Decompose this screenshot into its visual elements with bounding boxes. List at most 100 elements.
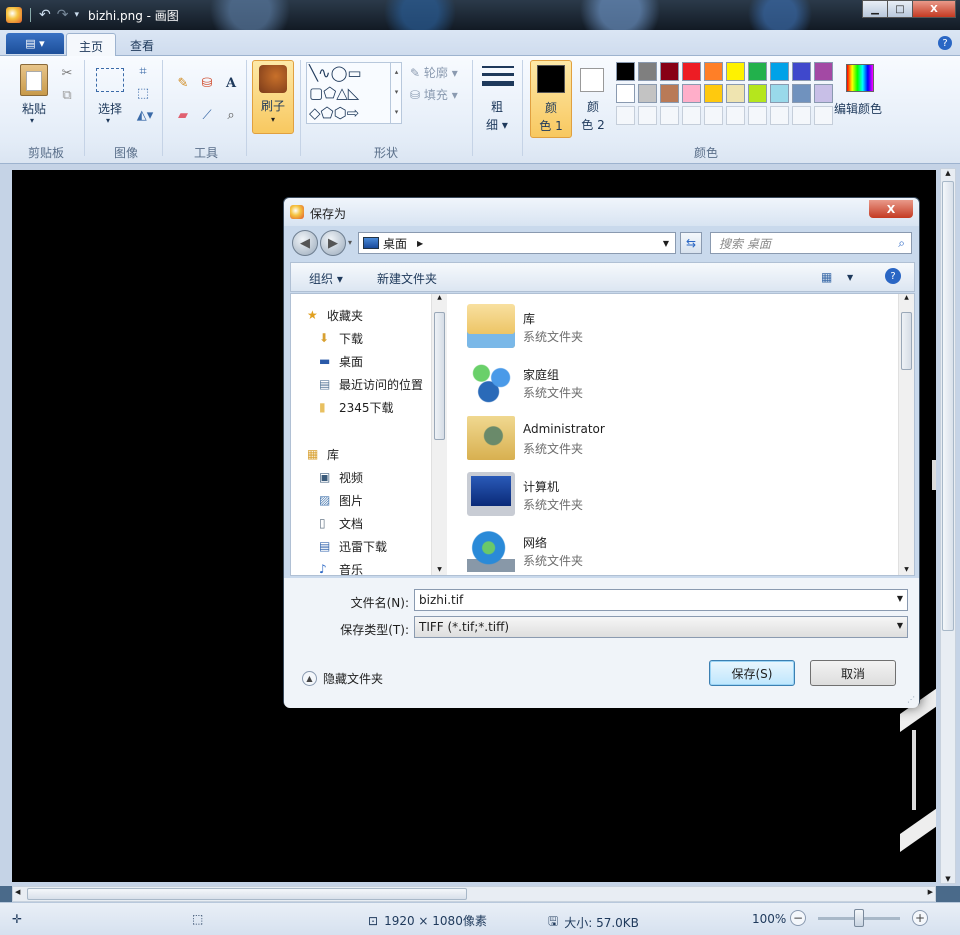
scroll-right-arrow-icon[interactable]: ▶ [928, 888, 933, 896]
nav-item[interactable]: ▯ 文档 [319, 512, 363, 534]
fill-bucket-icon[interactable]: ⛁ [196, 72, 218, 94]
palette-color-swatch[interactable] [704, 62, 723, 81]
address-dropdown-icon[interactable]: ▼ [663, 239, 669, 248]
view-options-icon[interactable]: ▦ [821, 270, 832, 284]
scroll-down-arrow-icon[interactable]: ▼ [899, 566, 914, 573]
diamond-shape-icon[interactable]: ◇ [309, 104, 321, 122]
new-folder-button[interactable]: 新建文件夹 [377, 270, 437, 287]
palette-color-swatch[interactable] [770, 84, 789, 103]
file-list-item[interactable]: 网络 系统文件夹 [449, 522, 889, 578]
breadcrumb-chevron-icon[interactable]: ▶ [417, 239, 423, 248]
select-button[interactable]: 选择 [94, 100, 126, 117]
nav-item[interactable]: ⬇ 下载 [319, 327, 363, 349]
zoom-slider-thumb[interactable] [854, 909, 864, 927]
color-picker-icon[interactable]: ⟋ [196, 104, 218, 126]
curve-shape-icon[interactable]: ∿ [318, 64, 331, 82]
eraser-icon[interactable]: ▰ [172, 104, 194, 126]
address-location[interactable]: 桌面 [383, 235, 407, 252]
palette-color-swatch[interactable] [792, 84, 811, 103]
oval-shape-icon[interactable]: ◯ [331, 64, 348, 82]
pentagon-shape-icon[interactable]: ⬠ [321, 104, 334, 122]
resize-grip-icon[interactable]: ⋰ [907, 695, 915, 704]
shapes-scroll[interactable]: ▴ ▾ ▾ [390, 62, 402, 124]
color1-button[interactable]: 颜 色 1 [530, 60, 572, 138]
size-label-top[interactable]: 粗 [488, 98, 506, 115]
dialog-help-button[interactable]: ? [885, 268, 901, 284]
copy-icon[interactable]: ⧉ [56, 84, 78, 106]
nav-item[interactable]: ▮ 2345下载 [319, 396, 394, 418]
size-icon[interactable] [482, 64, 514, 92]
line-shape-icon[interactable]: ╲ [309, 64, 318, 82]
rotate-icon[interactable]: ◭▾ [134, 104, 156, 126]
scroll-up-arrow-icon[interactable]: ▲ [432, 294, 447, 301]
horizontal-scrollbar[interactable]: ◀ ▶ [12, 886, 936, 902]
view-dropdown-icon[interactable]: ▼ [847, 273, 853, 282]
filetype-dropdown-icon[interactable]: ▼ [897, 621, 903, 630]
palette-color-swatch[interactable] [748, 84, 767, 103]
filetype-value[interactable]: TIFF (*.tif;*.tiff) [419, 620, 509, 634]
search-icon[interactable]: ⌕ [898, 236, 905, 251]
paste-dropdown-icon[interactable]: ▾ [30, 116, 34, 125]
palette-color-swatch[interactable] [638, 62, 657, 81]
paste-icon[interactable] [20, 64, 48, 96]
text-tool-icon[interactable]: A [220, 72, 242, 94]
shapes-gallery[interactable]: ╲∿◯▭ ▢⬠△◺ ◇⬠⬡⇨ [306, 62, 402, 124]
vertical-scroll-thumb[interactable] [942, 181, 954, 631]
save-button[interactable]: 保存(S) [709, 660, 795, 686]
nav-item[interactable]: ▦ 库 [307, 443, 339, 465]
palette-color-swatch[interactable] [638, 84, 657, 103]
nav-pane-scrollbar[interactable]: ▲ ▼ [431, 294, 447, 575]
select-dropdown-icon[interactable]: ▾ [106, 116, 110, 125]
edit-colors-button[interactable]: 编辑颜色 [834, 100, 882, 117]
customize-qa-icon[interactable]: ▾ [74, 10, 79, 20]
palette-custom-slot[interactable] [770, 106, 789, 125]
file-list-scrollbar[interactable]: ▲ ▼ [898, 294, 914, 575]
palette-custom-slot[interactable] [814, 106, 833, 125]
scroll-down-arrow-icon[interactable]: ▼ [432, 566, 447, 573]
palette-custom-slot[interactable] [704, 106, 723, 125]
filename-value[interactable]: bizhi.tif [419, 593, 463, 607]
file-list-item[interactable]: Administrator 系统文件夹 [449, 410, 889, 466]
address-bar[interactable]: 桌面 ▶ ▼ [358, 232, 676, 254]
crop-icon[interactable]: ⌗ [132, 60, 154, 82]
nav-scroll-thumb[interactable] [434, 312, 445, 440]
tab-home[interactable]: 主页 [66, 33, 117, 56]
magnifier-icon[interactable]: ⌕ [220, 104, 242, 126]
filename-input[interactable]: bizhi.tif ▼ [414, 589, 908, 611]
horizontal-scroll-thumb[interactable] [27, 888, 467, 900]
file-list-item[interactable]: 计算机 系统文件夹 [449, 466, 889, 522]
redo-icon[interactable]: ↷ [57, 7, 69, 23]
zoom-out-icon[interactable]: − [790, 910, 806, 926]
palette-color-swatch[interactable] [814, 84, 833, 103]
palette-custom-slot[interactable] [726, 106, 745, 125]
palette-custom-slot[interactable] [792, 106, 811, 125]
fill-dropdown[interactable]: ⛁ 填充 ▾ [410, 86, 458, 103]
zoom-in-button[interactable]: + [912, 910, 928, 926]
scroll-up-arrow-icon[interactable]: ▲ [899, 294, 914, 301]
size-label-bottom[interactable]: 细 ▾ [486, 116, 508, 133]
nav-item[interactable]: ▤ 迅雷下载 [319, 535, 387, 557]
arrow-shape-icon[interactable]: ⇨ [347, 104, 360, 122]
zoom-in-icon[interactable]: + [912, 910, 928, 926]
minimize-button[interactable]: ▁ [862, 0, 888, 18]
outline-dropdown[interactable]: ✎ 轮廓 ▾ [410, 64, 458, 81]
filetype-select[interactable]: TIFF (*.tif;*.tiff) ▼ [414, 616, 908, 638]
history-dropdown-icon[interactable]: ▾ [348, 238, 352, 247]
palette-color-swatch[interactable] [682, 84, 701, 103]
paint-menu-button[interactable]: ▤ ▾ [6, 33, 64, 54]
dialog-close-button[interactable]: X [869, 200, 913, 218]
file-scroll-thumb[interactable] [901, 312, 912, 370]
palette-color-swatch[interactable] [748, 62, 767, 81]
palette-color-swatch[interactable] [792, 62, 811, 81]
palette-color-swatch[interactable] [770, 62, 789, 81]
zoom-out-button[interactable]: − [790, 910, 806, 926]
edit-colors-icon[interactable] [846, 64, 874, 92]
rounded-rect-shape-icon[interactable]: ▢ [309, 84, 323, 102]
scroll-left-arrow-icon[interactable]: ◀ [15, 888, 20, 896]
hexagon-shape-icon[interactable]: ⬡ [334, 104, 347, 122]
palette-custom-slot[interactable] [682, 106, 701, 125]
organize-button[interactable]: 组织 ▾ [309, 270, 343, 287]
help-icon[interactable]: ? [938, 36, 952, 50]
file-list-item[interactable]: 库系统文件夹 [449, 298, 889, 354]
scroll-down-arrow-icon[interactable]: ▼ [941, 875, 955, 883]
